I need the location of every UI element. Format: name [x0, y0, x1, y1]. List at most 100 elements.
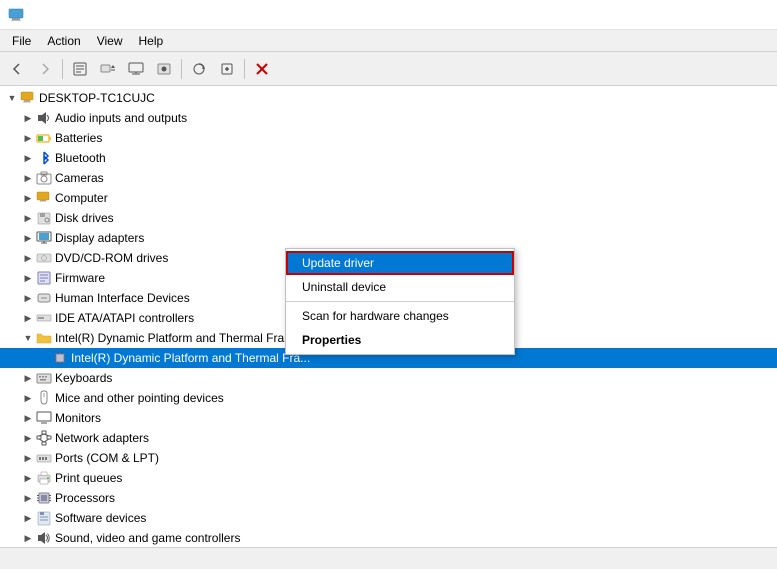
icon-ports: [36, 450, 52, 466]
add-legacy-button[interactable]: [214, 56, 240, 82]
expander-keyboards[interactable]: ▶: [20, 370, 36, 386]
expander-ide[interactable]: ▶: [20, 310, 36, 326]
context-menu-item-scan-hardware[interactable]: Scan for hardware changes: [286, 304, 514, 328]
expander-dvd[interactable]: ▶: [20, 250, 36, 266]
expander-ports[interactable]: ▶: [20, 450, 36, 466]
expander-batteries[interactable]: ▶: [20, 130, 36, 146]
expander-network[interactable]: ▶: [20, 430, 36, 446]
label-monitors: Monitors: [55, 411, 101, 425]
menu-help[interactable]: Help: [131, 32, 172, 50]
tree-item-keyboards[interactable]: ▶ Keyboards: [0, 368, 777, 388]
tree-item-audio[interactable]: ▶ Audio inputs and outputs: [0, 108, 777, 128]
display-icon: [128, 61, 144, 77]
display-all-button[interactable]: [123, 56, 149, 82]
context-menu-item-update-driver[interactable]: Update driver: [286, 251, 514, 275]
tree-item-print-queues[interactable]: ▶Print queues: [0, 468, 777, 488]
expander-sound-video[interactable]: ▶: [20, 530, 36, 546]
label-disk-drives: Disk drives: [55, 211, 114, 225]
expander-monitors[interactable]: ▶: [20, 410, 36, 426]
expander-audio[interactable]: ▶: [20, 110, 36, 126]
properties-button[interactable]: [67, 56, 93, 82]
label-intel-child: Intel(R) Dynamic Platform and Thermal Fr…: [71, 351, 310, 365]
icon-sound-video: [36, 530, 52, 546]
label-mice: Mice and other pointing devices: [55, 391, 224, 405]
label-firmware: Firmware: [55, 271, 105, 285]
label-sound-video: Sound, video and game controllers: [55, 531, 240, 545]
tree-item-processors[interactable]: ▶ Processors: [0, 488, 777, 508]
status-bar: [0, 547, 777, 569]
icon-disk-drives: [36, 210, 52, 226]
app-icon: [8, 7, 24, 23]
icon-dvd: [36, 250, 52, 266]
update-driver-icon: [100, 61, 116, 77]
icon-software-devices: [36, 510, 52, 526]
root-label: DESKTOP-TC1CUJC: [39, 91, 155, 105]
expander-mice[interactable]: ▶: [20, 390, 36, 406]
expander-print-queues[interactable]: ▶: [20, 470, 36, 486]
toolbar-separator-3: [244, 59, 245, 79]
close-button[interactable]: [731, 0, 777, 30]
tree-item-network[interactable]: ▶Network adapters: [0, 428, 777, 448]
icon-keyboards: [36, 370, 52, 386]
icon-mice: [36, 390, 52, 406]
context-menu-item-properties[interactable]: Properties: [286, 328, 514, 352]
icon-batteries: [36, 130, 52, 146]
tree-item-monitors[interactable]: ▶ Monitors: [0, 408, 777, 428]
context-menu-item-uninstall-device[interactable]: Uninstall device: [286, 275, 514, 299]
delete-icon: [254, 61, 270, 77]
minimize-button[interactable]: [639, 0, 685, 30]
maximize-button[interactable]: [685, 0, 731, 30]
icon-ide: [36, 310, 52, 326]
label-processors: Processors: [55, 491, 115, 505]
tree-item-batteries[interactable]: ▶ Batteries: [0, 128, 777, 148]
menu-action[interactable]: Action: [39, 32, 88, 50]
expander-firmware[interactable]: ▶: [20, 270, 36, 286]
expander-hid[interactable]: ▶: [20, 290, 36, 306]
label-keyboards: Keyboards: [55, 371, 112, 385]
menu-file[interactable]: File: [4, 32, 39, 50]
context-menu-separator: [286, 301, 514, 302]
scan-icon: [191, 61, 207, 77]
expander-disk-drives[interactable]: ▶: [20, 210, 36, 226]
computer-icon: [20, 90, 36, 106]
expander-display-adapters[interactable]: ▶: [20, 230, 36, 246]
back-button[interactable]: [4, 56, 30, 82]
tree-item-disk-drives[interactable]: ▶ Disk drives: [0, 208, 777, 228]
menu-view[interactable]: View: [89, 32, 131, 50]
icon-network: [36, 430, 52, 446]
tree-item-software-devices[interactable]: ▶Software devices: [0, 508, 777, 528]
update-driver-button[interactable]: [95, 56, 121, 82]
context-menu: Update driverUninstall device Scan for ha…: [285, 248, 515, 355]
tree-item-computer[interactable]: ▶Computer: [0, 188, 777, 208]
label-hid: Human Interface Devices: [55, 291, 190, 305]
tree-item-ports[interactable]: ▶Ports (COM & LPT): [0, 448, 777, 468]
tree-item-cameras[interactable]: ▶Cameras: [0, 168, 777, 188]
root-expander[interactable]: ▼: [4, 90, 20, 106]
tree-root[interactable]: ▼ DESKTOP-TC1CUJC: [0, 88, 777, 108]
icon-cameras: [36, 170, 52, 186]
tree-item-bluetooth[interactable]: ▶ Bluetooth: [0, 148, 777, 168]
tree-item-mice[interactable]: ▶ Mice and other pointing devices: [0, 388, 777, 408]
label-bluetooth: Bluetooth: [55, 151, 106, 165]
expander-software-devices[interactable]: ▶: [20, 510, 36, 526]
expander-cameras[interactable]: ▶: [20, 170, 36, 186]
tree-item-sound-video[interactable]: ▶ Sound, video and game controllers: [0, 528, 777, 547]
expander-processors[interactable]: ▶: [20, 490, 36, 506]
show-hidden-button[interactable]: [151, 56, 177, 82]
menu-bar: File Action View Help: [0, 30, 777, 52]
forward-button[interactable]: [32, 56, 58, 82]
show-hidden-icon: [156, 61, 172, 77]
delete-button[interactable]: [249, 56, 275, 82]
toolbar-separator-1: [62, 59, 63, 79]
expander-intel-parent[interactable]: ▼: [20, 330, 36, 346]
label-batteries: Batteries: [55, 131, 102, 145]
toolbar-separator-2: [181, 59, 182, 79]
label-audio: Audio inputs and outputs: [55, 111, 187, 125]
scan-hardware-button[interactable]: [186, 56, 212, 82]
properties-icon: [72, 61, 88, 77]
expander-computer[interactable]: ▶: [20, 190, 36, 206]
tree-item-display-adapters[interactable]: ▶Display adapters: [0, 228, 777, 248]
icon-intel-child: [52, 350, 68, 366]
expander-bluetooth[interactable]: ▶: [20, 150, 36, 166]
icon-display-adapters: [36, 230, 52, 246]
